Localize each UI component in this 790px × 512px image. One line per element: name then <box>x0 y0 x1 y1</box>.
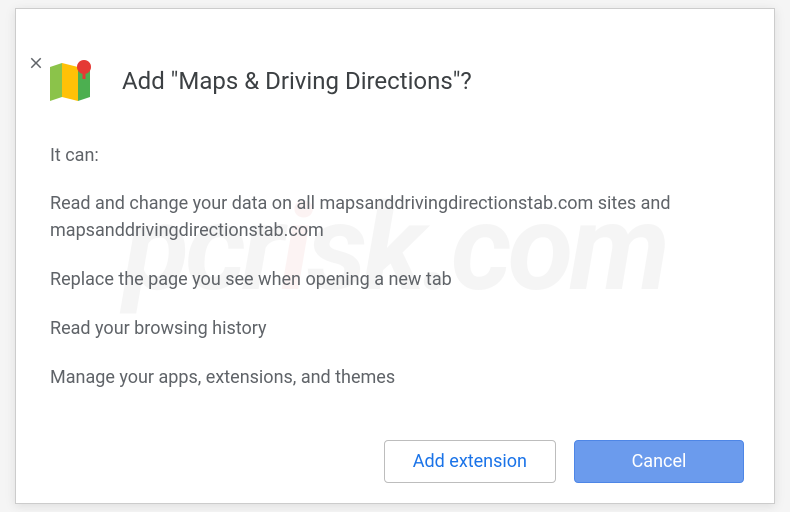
dialog-header: Add "Maps & Driving Directions"? <box>46 57 744 105</box>
dialog-actions: Add extension Cancel <box>46 440 744 483</box>
extension-maps-icon <box>46 57 94 105</box>
close-button[interactable] <box>24 51 48 75</box>
add-extension-button[interactable]: Add extension <box>384 440 556 483</box>
dialog-body: It can: Read and change your data on all… <box>46 145 744 430</box>
permissions-intro: It can: <box>50 145 744 166</box>
permission-item: Manage your apps, extensions, and themes <box>50 364 744 391</box>
dialog-title: Add "Maps & Driving Directions"? <box>122 67 472 95</box>
cancel-button[interactable]: Cancel <box>574 440 744 483</box>
extension-install-dialog: pcrisk.com Add "Maps & Driving Direction… <box>15 8 775 504</box>
permission-item: Read your browsing history <box>50 315 744 342</box>
permission-item: Replace the page you see when opening a … <box>50 266 744 293</box>
permission-item: Read and change your data on all mapsand… <box>50 190 744 244</box>
close-icon <box>27 54 45 72</box>
